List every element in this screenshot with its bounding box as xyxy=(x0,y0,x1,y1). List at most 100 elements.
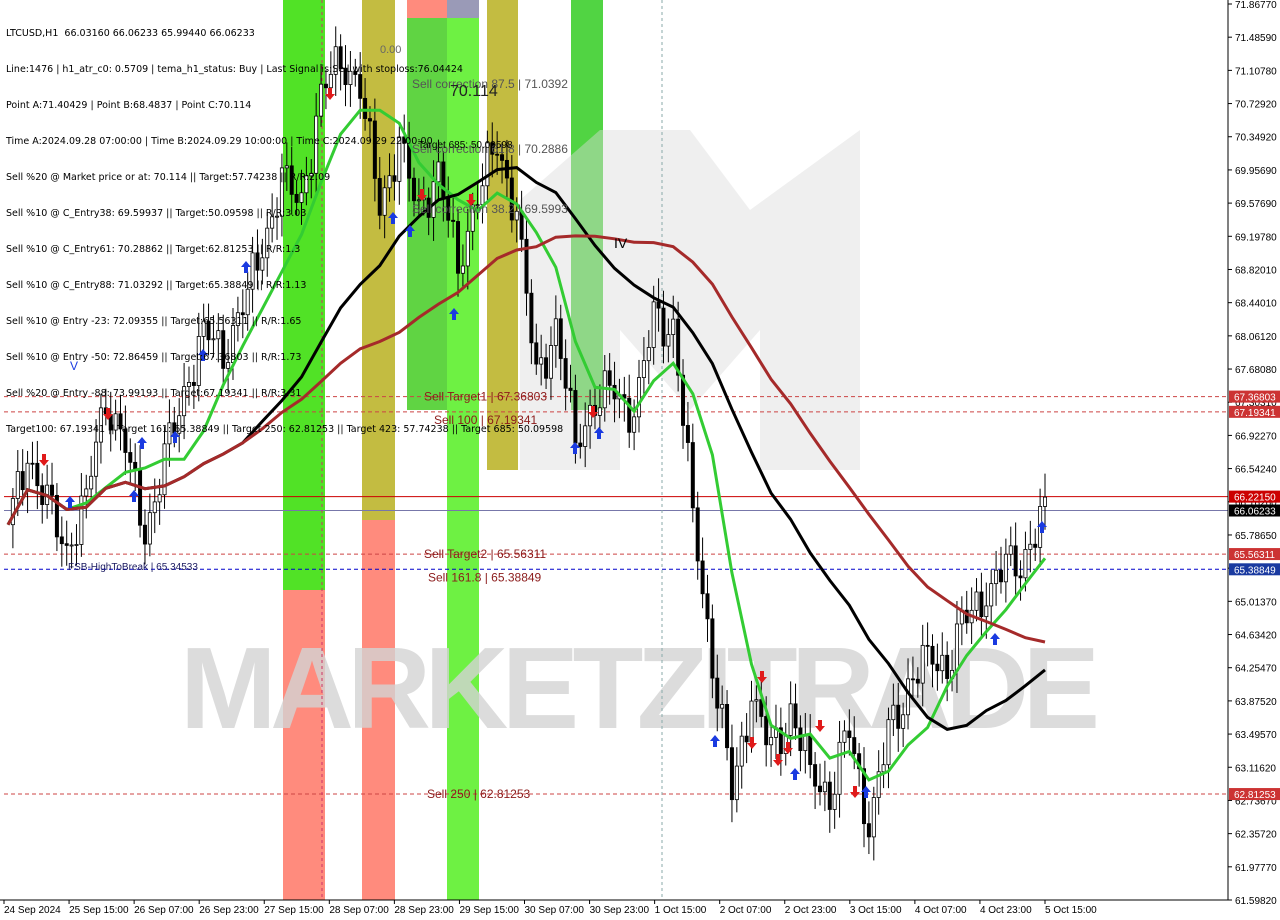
candle-body xyxy=(852,737,857,755)
price-label: 65.56311 xyxy=(1234,550,1275,561)
price-tick-label: 66.92270 xyxy=(1235,431,1277,442)
candle-body xyxy=(583,425,588,447)
candle-body xyxy=(984,605,989,618)
candle-body xyxy=(769,736,774,746)
price-tick-label: 69.95690 xyxy=(1235,166,1277,177)
candle-body xyxy=(734,765,739,801)
candle-body xyxy=(152,501,157,514)
candle-body xyxy=(651,301,656,348)
candle-body xyxy=(842,730,847,743)
candle-body xyxy=(798,727,803,752)
candle-body xyxy=(710,618,715,679)
time-tick-label: 29 Sep 15:00 xyxy=(459,905,519,916)
price-tick-label: 64.25470 xyxy=(1235,664,1277,675)
time-tick-label: 25 Sep 15:00 xyxy=(69,905,129,916)
candle-body xyxy=(142,524,147,545)
price-tick-label: 71.86770 xyxy=(1235,0,1277,11)
candle-body xyxy=(74,544,79,546)
price-tick-label: 68.82010 xyxy=(1235,265,1277,276)
candle-body xyxy=(133,461,138,470)
candle-body xyxy=(568,387,573,391)
time-axis: 24 Sep 2024 25 Sep 15:00 26 Sep 07:00 26 Se… xyxy=(0,899,1228,916)
sell-arrow-icon xyxy=(850,786,860,798)
candle-body xyxy=(866,823,871,838)
candle-body xyxy=(827,781,832,810)
time-tick-label: 27 Sep 15:00 xyxy=(264,905,324,916)
candle-body xyxy=(1028,543,1033,550)
time-tick-label: 26 Sep 23:00 xyxy=(199,905,259,916)
candle-body xyxy=(910,678,915,681)
chart-annotation: IV xyxy=(614,235,628,251)
candle-body xyxy=(671,318,676,335)
info-line: Line:1476 | h1_atr_c0: 0.5709 | tema_h1_… xyxy=(6,64,463,75)
time-tick-label: 30 Sep 07:00 xyxy=(525,905,585,916)
sell-arrow-icon xyxy=(39,454,49,466)
price-label: 66.06233 xyxy=(1234,507,1276,518)
price-tick-label: 68.06120 xyxy=(1235,332,1277,343)
level-label: Sell 161.8 | 65.38849 xyxy=(428,570,542,584)
candle-body xyxy=(597,407,602,416)
candle-body xyxy=(690,442,695,509)
candle-body xyxy=(578,442,583,447)
info-line: Point A:71.40429 | Point B:68.4837 | Poi… xyxy=(6,100,252,111)
price-tick-label: 61.59820 xyxy=(1235,896,1277,907)
candle-body xyxy=(793,703,798,729)
time-tick-label: 28 Sep 23:00 xyxy=(394,905,454,916)
candle-body xyxy=(945,654,950,679)
candle-body xyxy=(954,623,959,671)
candle-body xyxy=(64,543,69,546)
candle-body xyxy=(930,645,935,665)
price-tick-label: 70.72920 xyxy=(1235,100,1277,111)
time-tick-label: 4 Oct 23:00 xyxy=(980,905,1032,916)
candle-body xyxy=(646,347,651,362)
info-panel: LTCUSD,H1 66.03160 66.06233 65.99440 66.… xyxy=(6,4,563,448)
candle-body xyxy=(744,735,749,743)
candle-body xyxy=(157,494,162,503)
candle-body xyxy=(705,593,710,620)
level-label: Sell 250 | 62.81253 xyxy=(427,787,531,801)
candle-body xyxy=(925,644,930,647)
info-line: Sell %10 @ Entry -50: 72.86459 || Target… xyxy=(6,352,302,363)
time-tick-label: 2 Oct 07:00 xyxy=(720,905,772,916)
price-tick-label: 63.11620 xyxy=(1235,763,1276,774)
time-tick-label: 26 Sep 07:00 xyxy=(134,905,194,916)
candle-body xyxy=(632,416,637,433)
price-tick-label: 62.35720 xyxy=(1235,830,1277,841)
info-line: Target100: 67.19341 || Target 161: 65.38… xyxy=(6,424,564,435)
price-tick-label: 61.97770 xyxy=(1235,863,1277,874)
candle-body xyxy=(685,425,690,443)
candle-body xyxy=(822,781,827,793)
level-label: Sell Target2 | 65.56311 xyxy=(424,547,546,561)
candle-body xyxy=(891,704,896,721)
candle-body xyxy=(813,764,818,787)
candle-body xyxy=(1043,496,1048,507)
candle-body xyxy=(1023,549,1028,579)
candle-body xyxy=(35,462,40,487)
price-tick-label: 69.19780 xyxy=(1235,232,1277,243)
candle-body xyxy=(725,704,730,749)
candle-body xyxy=(25,462,30,491)
candle-body xyxy=(832,793,837,810)
candle-body xyxy=(1003,553,1008,583)
price-axis: 71.86770 71.48590 71.10780 70.72920 70.34920… xyxy=(1227,0,1280,920)
price-tick-label: 67.68080 xyxy=(1235,365,1277,376)
price-label: 67.36803 xyxy=(1234,393,1276,404)
candle-body xyxy=(715,677,720,709)
candle-body xyxy=(788,703,793,736)
candle-body xyxy=(886,719,891,766)
candle-body xyxy=(695,507,700,562)
candle-body xyxy=(749,700,754,743)
candle-body xyxy=(994,569,999,585)
candle-body xyxy=(940,654,945,672)
candle-body xyxy=(1008,545,1013,555)
candle-body xyxy=(729,747,734,801)
buy-arrow-icon xyxy=(129,490,139,502)
time-tick-label: 30 Sep 23:00 xyxy=(590,905,650,916)
candle-body xyxy=(637,377,642,418)
price-tick-label: 63.87520 xyxy=(1235,697,1277,708)
sell-arrow-icon xyxy=(773,754,783,766)
candle-body xyxy=(50,484,55,496)
candle-body xyxy=(656,301,661,309)
candle-body xyxy=(20,471,25,491)
candle-body xyxy=(803,735,808,752)
